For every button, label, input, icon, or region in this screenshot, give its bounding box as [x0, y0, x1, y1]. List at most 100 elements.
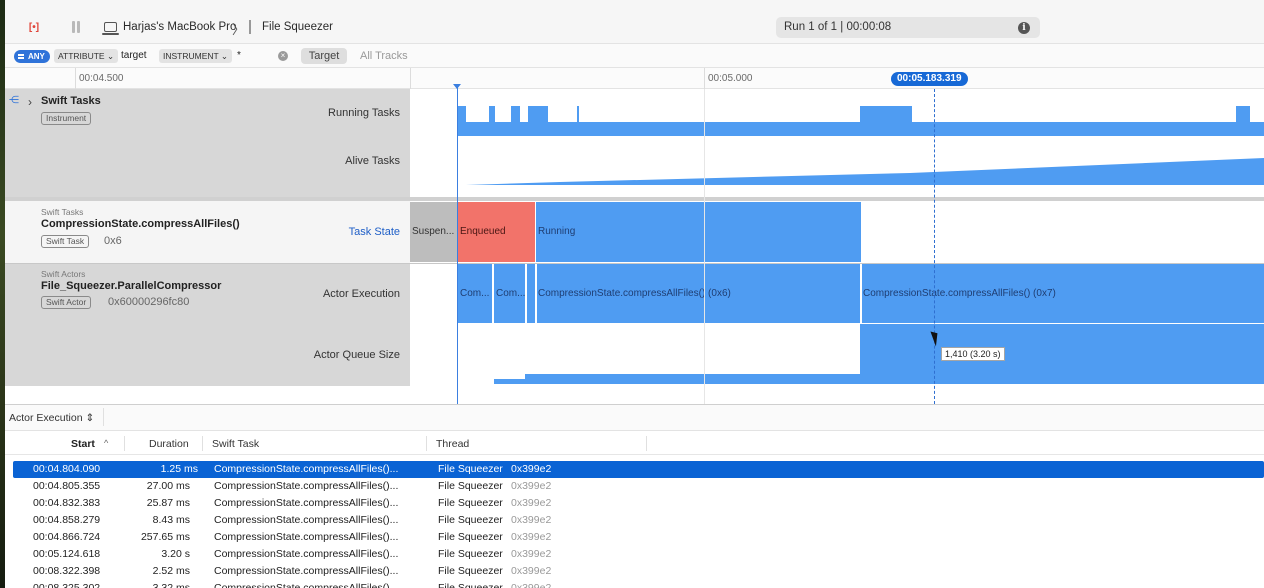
table-row[interactable]: 00:08.322.398 2.52 ms CompressionState.com…	[5, 563, 1264, 580]
timeline-ruler[interactable]	[5, 68, 1264, 89]
cursor-time-badge: 00:05.183.319	[891, 72, 968, 86]
attribute-token[interactable]: ATTRIBUTE ⌄	[54, 49, 119, 63]
alive-tasks-graph[interactable]	[410, 140, 1264, 190]
cell-duration: 257.65 ms	[140, 531, 190, 543]
pause-icon	[72, 21, 75, 33]
actor-subtitle: Swift Actors	[41, 269, 86, 279]
queue-size-tooltip: 1,410 (3.20 s)	[941, 347, 1005, 361]
cell-start: 00:04.805.355	[33, 480, 101, 492]
clear-filter-icon[interactable]: ×	[278, 51, 288, 61]
cell-thread: File Squeezer	[438, 463, 503, 475]
cell-duration: 25.87 ms	[146, 497, 190, 509]
cell-thread-id: 0x399e2	[511, 582, 552, 588]
column-thread[interactable]: Thread	[436, 438, 469, 450]
cell-duration: 3.32 ms	[152, 582, 190, 588]
playhead-line[interactable]	[457, 86, 458, 404]
cell-swift-task: CompressionState.compressAllFiles()...	[214, 463, 399, 475]
detail-header	[5, 404, 1264, 431]
cell-thread-id: 0x399e2	[511, 565, 552, 577]
target-app-selector[interactable]: File Squeezer	[262, 21, 333, 33]
cell-swift-task: CompressionState.compressAllFiles()...	[214, 497, 399, 509]
table-row[interactable]: 00:05.124.618 3.20 s CompressionState.comp…	[5, 546, 1264, 563]
device-selector[interactable]: Harjas's MacBook Pro	[123, 21, 236, 33]
instrument-value[interactable]: *	[237, 50, 241, 61]
actor-exec-segment[interactable]	[527, 264, 535, 323]
grid-line	[704, 89, 705, 404]
running-spike	[900, 106, 902, 122]
table-column-header	[5, 432, 1264, 455]
ruler-tick-label: 00:04.500	[79, 73, 124, 84]
running-spike	[577, 106, 579, 122]
column-divider	[124, 436, 125, 451]
pause-button[interactable]	[68, 21, 82, 35]
swift-task-badge: Swift Task	[41, 235, 90, 248]
cell-swift-task: CompressionState.compressAllFiles()...	[214, 582, 399, 588]
table-row[interactable]: 00:08.325.302 3.32 ms CompressionState.com…	[5, 580, 1264, 588]
ruler-tick	[75, 68, 76, 89]
table-row[interactable]: 00:04.832.383 25.87 ms CompressionState.co…	[5, 495, 1264, 512]
lane-label-actor-execution: Actor Execution	[322, 288, 400, 300]
table-row[interactable]: 00:04.804.090 1.25 ms CompressionState.com…	[13, 461, 1264, 478]
state-enqueued-label: Enqueued	[460, 226, 506, 237]
lane-label-task-state[interactable]: Task State	[280, 226, 400, 238]
cell-duration: 27.00 ms	[146, 480, 190, 492]
lane-label-running-tasks: Running Tasks	[328, 107, 400, 119]
lane-label-alive-tasks: Alive Tasks	[345, 155, 400, 167]
cell-thread: File Squeezer	[438, 497, 503, 509]
all-tracks-button[interactable]: All Tracks	[360, 50, 408, 62]
task-title: CompressionState.compressAllFiles()	[41, 218, 240, 230]
cell-start: 00:08.325.302	[33, 582, 101, 588]
alive-tasks-area	[466, 158, 1264, 185]
filter-any-pill[interactable]: ANY	[14, 50, 50, 63]
cell-start: 00:05.124.618	[33, 548, 101, 560]
cell-duration: 8.43 ms	[152, 514, 190, 526]
filter-icon[interactable]: ⋲	[9, 96, 19, 106]
disclosure-chevron-icon[interactable]: ›	[28, 95, 32, 109]
cell-swift-task: CompressionState.compressAllFiles()...	[214, 548, 399, 560]
table-row[interactable]: 00:04.866.724 257.65 ms CompressionState.c…	[5, 529, 1264, 546]
actor-queue-size-graph[interactable]	[410, 324, 1264, 385]
table-row[interactable]: 00:04.858.279 8.43 ms CompressionState.com…	[5, 512, 1264, 529]
cell-start: 00:08.322.398	[33, 565, 101, 577]
task-subtitle: Swift Tasks	[41, 207, 84, 217]
run-status-text: Run 1 of 1 | 00:00:08	[784, 21, 892, 33]
running-gap	[812, 106, 860, 122]
cell-thread-id: 0x399e2	[511, 531, 552, 543]
cell-swift-task: CompressionState.compressAllFiles()...	[214, 480, 399, 492]
playhead-handle-icon[interactable]	[453, 84, 461, 89]
swift-actor-badge: Swift Actor	[41, 296, 92, 309]
column-start[interactable]: Start	[71, 438, 95, 450]
queue-size-area	[458, 324, 1264, 384]
record-button[interactable]: [•]	[26, 20, 42, 36]
instrument-token[interactable]: INSTRUMENT ⌄	[159, 49, 233, 63]
info-icon[interactable]: i	[1018, 22, 1030, 34]
cell-thread: File Squeezer	[438, 514, 503, 526]
state-suspended-label: Suspen...	[412, 226, 455, 237]
cell-thread-id: 0x399e2	[511, 463, 552, 475]
ruler-tick-label: 00:05.000	[708, 73, 753, 84]
swift-tasks-title: Swift Tasks	[41, 95, 101, 107]
cell-start: 00:04.832.383	[33, 497, 101, 509]
ruler-tick	[704, 68, 705, 89]
column-swift-task[interactable]: Swift Task	[212, 438, 259, 450]
cell-swift-task: CompressionState.compressAllFiles()...	[214, 514, 399, 526]
actor-address: 0x60000296fc80	[108, 296, 190, 308]
column-duration[interactable]: Duration	[149, 438, 189, 450]
actor-exec-label: Com...	[496, 288, 525, 299]
column-divider	[202, 436, 203, 451]
laptop-icon	[102, 22, 119, 35]
target-button[interactable]: Target	[301, 48, 347, 64]
running-spike	[884, 106, 886, 122]
cell-thread-id: 0x399e2	[511, 514, 552, 526]
cell-thread: File Squeezer	[438, 531, 503, 543]
cell-duration: 2.52 ms	[152, 565, 190, 577]
cell-thread-id: 0x399e2	[511, 497, 552, 509]
lane-label-actor-queue-size: Actor Queue Size	[313, 349, 400, 361]
attribute-value[interactable]: target	[121, 50, 147, 61]
detail-view-selector[interactable]: Actor Execution ⇕	[9, 412, 94, 424]
table-row[interactable]: 00:04.805.355 27.00 ms CompressionState.co…	[5, 478, 1264, 495]
state-running[interactable]	[536, 202, 861, 262]
column-divider	[426, 436, 427, 451]
running-gap	[548, 106, 856, 122]
column-divider	[646, 436, 647, 451]
